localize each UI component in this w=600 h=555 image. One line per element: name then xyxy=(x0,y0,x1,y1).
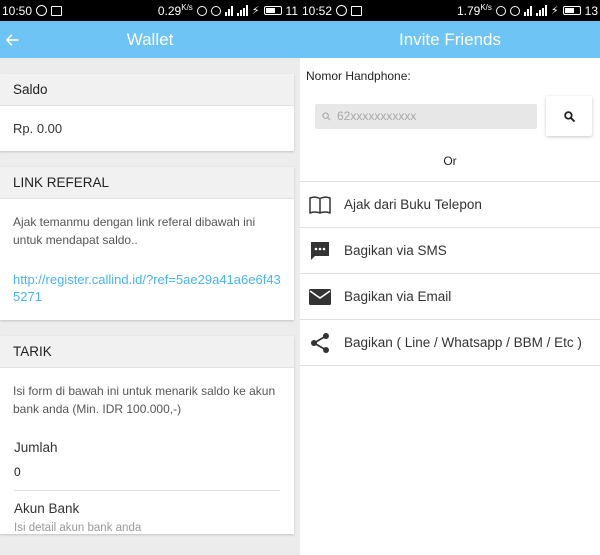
status-bar: 10:50 0.29K/s ⚡ 11 xyxy=(0,0,300,21)
status-time: 10:50 xyxy=(2,3,33,18)
phone-number-input[interactable] xyxy=(337,109,527,123)
withdraw-card: TARIK Isi form di bawah ini untuk menari… xyxy=(0,336,294,534)
cell-signal-icon xyxy=(236,5,248,16)
referral-card: LINK REFERAL Ajak temanmu dengan link re… xyxy=(0,167,294,320)
withdraw-header: TARIK xyxy=(0,336,294,368)
cell-signal-icon xyxy=(535,5,547,16)
invite-phonebook-item[interactable]: Ajak dari Buku Telepon xyxy=(300,182,600,228)
image-notification-icon xyxy=(351,5,363,16)
mute-icon xyxy=(495,5,506,16)
invite-menu: Ajak dari Buku Telepon Bagikan via SMS B… xyxy=(300,181,600,366)
invite-sms-item[interactable]: Bagikan via SMS xyxy=(300,228,600,274)
menu-item-label: Bagikan via SMS xyxy=(344,243,447,258)
invite-email-item[interactable]: Bagikan via Email xyxy=(300,274,600,320)
notification-icon xyxy=(336,5,348,16)
saldo-header: Saldo xyxy=(0,74,294,106)
or-divider-text: Or xyxy=(443,154,457,168)
amount-label: Jumlah xyxy=(14,440,58,455)
battery-icon xyxy=(562,6,581,15)
withdraw-description: Isi form di bawah ini untuk menarik sald… xyxy=(13,384,276,416)
notification-icon xyxy=(36,5,48,16)
referral-header: LINK REFERAL xyxy=(0,167,294,199)
amount-input[interactable]: 0 xyxy=(14,465,280,491)
mute-icon xyxy=(196,5,207,16)
status-bar: 10:52 1.79K/s ⚡ 13 xyxy=(300,0,600,21)
battery-icon xyxy=(263,6,282,15)
bank-account-input[interactable]: Isi detail akun bank anda xyxy=(14,522,280,534)
wallet-screen: 10:50 0.29K/s ⚡ 11 Wallet Saldo Rp. 0.00… xyxy=(0,0,300,555)
menu-item-label: Ajak dari Buku Telepon xyxy=(344,197,482,212)
referral-description: Ajak temanmu dengan link referal dibawah… xyxy=(13,215,256,247)
status-time-right: 13 xyxy=(584,3,598,18)
invite-friends-screen: 10:52 1.79K/s ⚡ 13 Invite Friends Nomor … xyxy=(300,0,600,555)
status-battery-percent: 1.79K/s xyxy=(456,3,492,18)
alarm-icon xyxy=(210,5,221,16)
alarm-icon xyxy=(509,5,520,16)
book-icon xyxy=(308,193,332,217)
menu-item-label: Bagikan via Email xyxy=(344,289,452,304)
search-icon xyxy=(563,110,575,122)
phone-number-label: Nomor Handphone: xyxy=(306,69,411,83)
invite-share-item[interactable]: Bagikan ( Line / Whatsapp / BBM / Etc ) xyxy=(300,320,600,366)
status-time: 10:52 xyxy=(302,3,333,18)
app-bar: Invite Friends xyxy=(300,21,600,58)
sms-icon xyxy=(308,239,332,263)
charging-icon: ⚡ xyxy=(251,5,260,17)
image-notification-icon xyxy=(51,5,63,16)
phone-search-box xyxy=(315,103,537,129)
bank-account-label: Akun Bank xyxy=(14,501,80,516)
status-time-right: 11 xyxy=(285,3,298,18)
email-icon xyxy=(308,285,332,309)
wifi-signal-icon xyxy=(224,5,233,16)
referral-link[interactable]: http://register.callind.id/?ref=5ae29a41… xyxy=(13,271,281,305)
search-icon xyxy=(322,111,331,120)
wifi-signal-icon xyxy=(523,5,532,16)
saldo-value: Rp. 0.00 xyxy=(13,120,63,136)
share-icon xyxy=(308,331,332,355)
search-button[interactable] xyxy=(546,96,592,136)
charging-icon: ⚡ xyxy=(550,5,559,17)
status-battery-percent: 0.29K/s xyxy=(157,3,193,18)
app-bar: Wallet xyxy=(0,21,300,58)
saldo-card: Saldo Rp. 0.00 xyxy=(0,74,294,151)
back-arrow-icon[interactable] xyxy=(0,21,24,58)
page-title: Invite Friends xyxy=(398,29,502,49)
menu-item-label: Bagikan ( Line / Whatsapp / BBM / Etc ) xyxy=(344,335,582,350)
page-title: Wallet xyxy=(126,29,174,49)
